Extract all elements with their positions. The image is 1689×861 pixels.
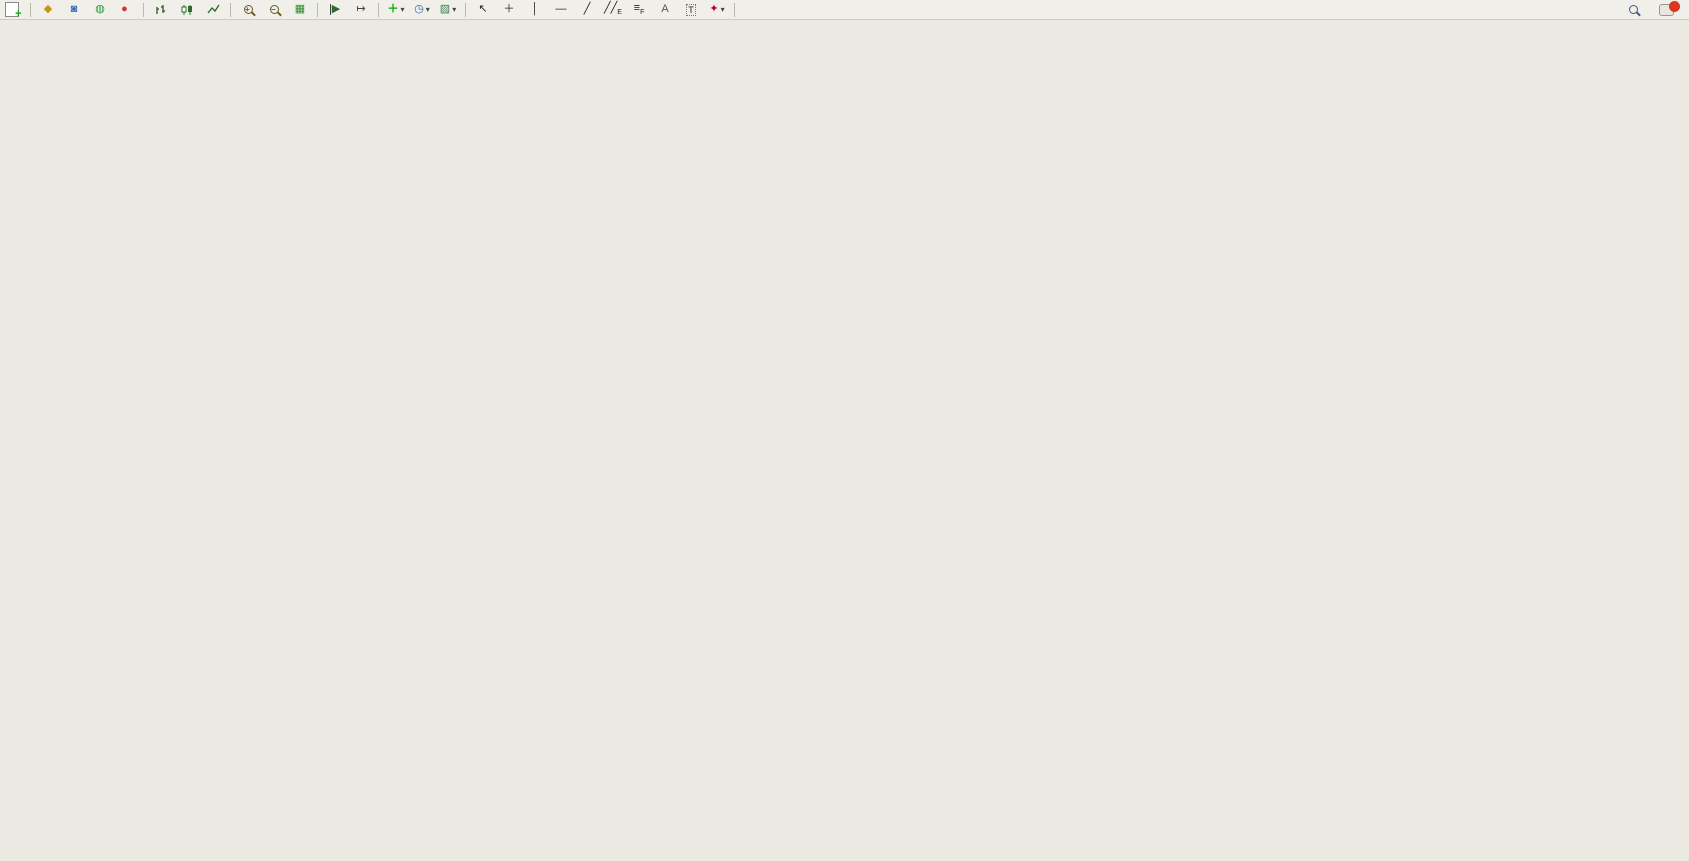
- separator: [30, 3, 31, 17]
- trendline-button[interactable]: ╱: [575, 1, 599, 19]
- crosshair-button[interactable]: ＋: [497, 1, 521, 19]
- chart-title[interactable]: [10, 26, 19, 38]
- text-icon: A: [661, 4, 668, 15]
- metatrader-window: { "toolbar": { "new_order_label": "新订单",…: [0, 0, 1689, 861]
- fibonacci-icon: ≡F: [634, 3, 645, 16]
- zoom-in-button[interactable]: +: [236, 1, 260, 19]
- tile-windows-icon: ▦: [295, 4, 305, 15]
- price-chart[interactable]: [0, 20, 1689, 861]
- separator: [317, 3, 318, 17]
- separator: [734, 3, 735, 17]
- zoom-out-icon: −: [270, 5, 279, 14]
- chart-shift-button[interactable]: ↦: [349, 1, 373, 19]
- periods-button[interactable]: ◷▾: [410, 1, 434, 19]
- zoom-out-button[interactable]: −: [262, 1, 286, 19]
- horizontal-line-icon: —: [556, 4, 567, 15]
- toolbar: + ◆ ◙ ◍ ● + − ▦ ▶ ↦ ＋▾ ◷▾ ▨▾ ↖ ＋: [0, 0, 1689, 20]
- channel-button[interactable]: ╱╱E: [601, 1, 625, 19]
- auto-trading-icon: ●: [121, 4, 128, 15]
- zoom-in-icon: +: [244, 5, 253, 14]
- vertical-line-button[interactable]: │: [523, 1, 547, 19]
- auto-trading-button[interactable]: ●: [114, 1, 138, 19]
- line-chart-icon: [207, 4, 220, 16]
- separator: [465, 3, 466, 17]
- search-icon: [1629, 5, 1638, 14]
- market-watch-button[interactable]: ◆: [36, 1, 60, 19]
- channel-icon: ╱╱E: [604, 3, 622, 16]
- notification-badge: [1669, 1, 1680, 12]
- new-order-button[interactable]: +: [1, 1, 25, 19]
- cursor-button[interactable]: ↖: [471, 1, 495, 19]
- auto-scroll-button[interactable]: ▶: [323, 1, 347, 19]
- templates-button[interactable]: ▨▾: [436, 1, 460, 19]
- candlestick-chart-icon: [181, 4, 194, 16]
- bar-chart-icon: [155, 4, 168, 16]
- text-button[interactable]: A: [653, 1, 677, 19]
- search-button[interactable]: [1621, 1, 1645, 19]
- vertical-line-icon: │: [532, 4, 539, 15]
- separator: [143, 3, 144, 17]
- line-chart-button[interactable]: [201, 1, 225, 19]
- market-icon: ◆: [44, 4, 52, 15]
- new-order-icon: +: [5, 2, 19, 17]
- notification-icon: [1659, 4, 1674, 16]
- bar-chart-button[interactable]: [149, 1, 173, 19]
- chart-window[interactable]: [0, 20, 1689, 861]
- indicators-icon: ＋: [387, 4, 398, 15]
- arrows-button[interactable]: ✦▾: [705, 1, 729, 19]
- templates-icon: ▨: [440, 4, 450, 15]
- notifications-button[interactable]: [1654, 1, 1678, 19]
- toolbar-right-group: [1620, 1, 1679, 19]
- arrows-icon: ✦: [709, 4, 718, 15]
- label-button[interactable]: T: [679, 1, 703, 19]
- trendline-icon: ╱: [584, 4, 591, 15]
- tile-windows-button[interactable]: ▦: [288, 1, 312, 19]
- fibonacci-button[interactable]: ≡F: [627, 1, 651, 19]
- separator: [230, 3, 231, 17]
- signal-icon: ◍: [95, 4, 105, 15]
- horizontal-line-button[interactable]: —: [549, 1, 573, 19]
- cursor-icon: ↖: [478, 4, 487, 15]
- separator: [378, 3, 379, 17]
- crosshair-icon: ＋: [504, 4, 515, 15]
- data-window-icon: ◙: [71, 4, 78, 15]
- periods-icon: ◷: [414, 4, 424, 15]
- indicators-button[interactable]: ＋▾: [384, 1, 408, 19]
- label-icon: T: [686, 4, 696, 16]
- chart-shift-icon: ↦: [356, 4, 365, 15]
- signals-button[interactable]: ◍: [88, 1, 112, 19]
- data-window-button[interactable]: ◙: [62, 1, 86, 19]
- candlestick-chart-button[interactable]: [175, 1, 199, 19]
- auto-scroll-icon: ▶: [330, 4, 340, 15]
